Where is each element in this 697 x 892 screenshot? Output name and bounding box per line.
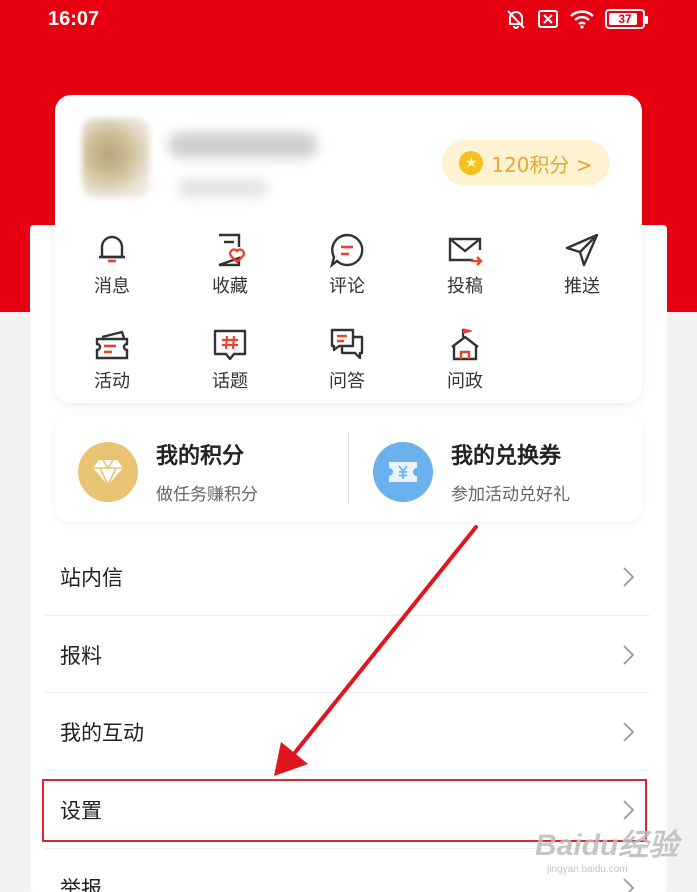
watermark-url: jingyan.baidu.com — [547, 864, 628, 875]
watermark-brand: Baidu经验 — [535, 829, 679, 862]
annotation-arrow — [274, 525, 478, 776]
baidu-jingyan-watermark: Baidu经验 jingyan.baidu.com — [535, 820, 678, 875]
